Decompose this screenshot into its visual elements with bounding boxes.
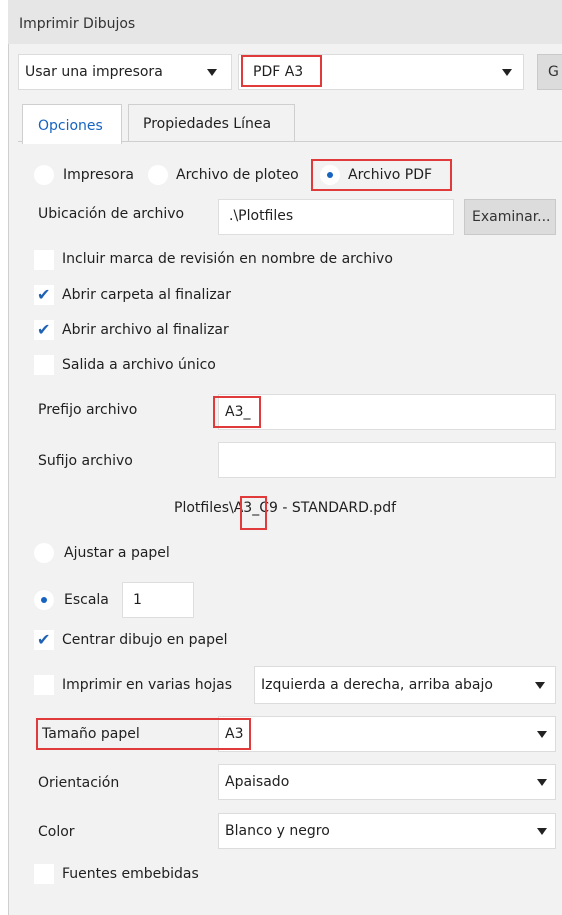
checkbox-multi-sheet[interactable] xyxy=(34,675,54,695)
radio-archivo-ploteo[interactable] xyxy=(148,165,168,185)
suffix-label: Sufijo archivo xyxy=(38,453,133,469)
check-icon: ✔ xyxy=(37,320,51,339)
suffix-input[interactable] xyxy=(218,442,556,478)
browse-label: Examinar... xyxy=(472,209,551,225)
orientation-select[interactable]: Apaisado xyxy=(218,764,556,800)
checkbox-multi-sheet-label: Imprimir en varias hojas xyxy=(62,677,233,693)
color-label: Color xyxy=(38,824,75,840)
file-location-label: Ubicación de archivo xyxy=(38,206,185,222)
checkbox-center-drawing-label: Centrar dibujo en papel xyxy=(62,632,228,648)
paper-size-label: Tamaño papel xyxy=(42,726,140,742)
checkbox-open-folder[interactable]: ✔ xyxy=(34,285,54,305)
tab-propiedades-label: Propiedades Línea xyxy=(143,116,272,132)
prefix-label: Prefijo archivo xyxy=(38,402,138,418)
preview-suffix: C9 - STANDARD.pdf xyxy=(259,500,397,516)
preview-highlight: A3_ xyxy=(233,500,260,516)
paper-size-select[interactable]: A3 xyxy=(218,716,556,752)
checkbox-single-file-label: Salida a archivo único xyxy=(62,357,216,373)
radio-impresora-label: Impresora xyxy=(63,167,134,183)
orientation-label: Orientación xyxy=(38,775,120,791)
prefix-input[interactable]: A3_ xyxy=(218,394,556,430)
radio-scale-label: Escala xyxy=(64,592,109,608)
chevron-down-icon xyxy=(207,69,217,76)
printer-select[interactable]: PDF A3 xyxy=(238,54,524,90)
checkbox-embedded-fonts-label: Fuentes embebidas xyxy=(62,866,199,882)
checkbox-center-drawing[interactable]: ✔ xyxy=(34,630,54,650)
chevron-down-icon xyxy=(535,682,545,689)
radio-archivo-ploteo-label: Archivo de ploteo xyxy=(176,167,299,183)
toolbar-action-label: G xyxy=(548,64,559,80)
radio-archivo-pdf[interactable] xyxy=(320,165,340,185)
file-location-value: .\Plotfiles xyxy=(229,208,294,224)
color-select[interactable]: Blanco y negro xyxy=(218,813,556,849)
printer-mode-value: Usar una impresora xyxy=(25,64,163,80)
check-icon: ✔ xyxy=(37,285,51,304)
scale-value: 1 xyxy=(133,592,142,608)
color-value: Blanco y negro xyxy=(225,823,330,839)
checkbox-single-file[interactable] xyxy=(34,355,54,375)
tab-opciones-label: Opciones xyxy=(38,118,103,134)
sheet-order-select[interactable]: Izquierda a derecha, arriba abajo xyxy=(254,666,556,704)
tab-opciones[interactable]: Opciones xyxy=(22,104,122,144)
checkbox-embedded-fonts[interactable] xyxy=(34,864,54,884)
sheet-order-value: Izquierda a derecha, arriba abajo xyxy=(261,677,493,693)
browse-button[interactable]: Examinar... xyxy=(464,199,556,235)
dialog-title: Imprimir Dibujos xyxy=(19,16,136,32)
filename-preview: Plotfiles\A3_C9 - STANDARD.pdf xyxy=(174,500,396,516)
radio-scale[interactable] xyxy=(34,590,54,610)
chevron-down-icon xyxy=(537,779,547,786)
radio-fit-paper-label: Ajustar a papel xyxy=(64,545,170,561)
orientation-value: Apaisado xyxy=(225,774,290,790)
tab-propiedades-linea[interactable]: Propiedades Línea xyxy=(128,104,295,141)
checkbox-revision[interactable] xyxy=(34,250,54,270)
check-icon: ✔ xyxy=(37,630,51,649)
printer-name: PDF A3 xyxy=(253,64,304,80)
checkbox-open-file-label: Abrir archivo al finalizar xyxy=(62,322,229,338)
checkbox-revision-label: Incluir marca de revisión en nombre de a… xyxy=(62,251,393,267)
prefix-value: A3_ xyxy=(225,404,251,420)
radio-impresora[interactable] xyxy=(34,165,54,185)
chevron-down-icon xyxy=(502,69,512,76)
file-location-input[interactable]: .\Plotfiles xyxy=(218,199,454,235)
chevron-down-icon xyxy=(537,828,547,835)
scale-input[interactable]: 1 xyxy=(122,582,194,618)
chevron-down-icon xyxy=(537,731,547,738)
paper-size-value: A3 xyxy=(225,726,244,742)
checkbox-open-file[interactable]: ✔ xyxy=(34,320,54,340)
printer-mode-select[interactable]: Usar una impresora xyxy=(18,54,232,90)
radio-fit-paper[interactable] xyxy=(34,543,54,563)
toolbar-action-button[interactable]: G xyxy=(537,54,562,90)
checkbox-open-folder-label: Abrir carpeta al finalizar xyxy=(62,287,232,303)
preview-prefix-path: Plotfiles\ xyxy=(174,500,234,516)
radio-archivo-pdf-label: Archivo PDF xyxy=(348,167,433,183)
